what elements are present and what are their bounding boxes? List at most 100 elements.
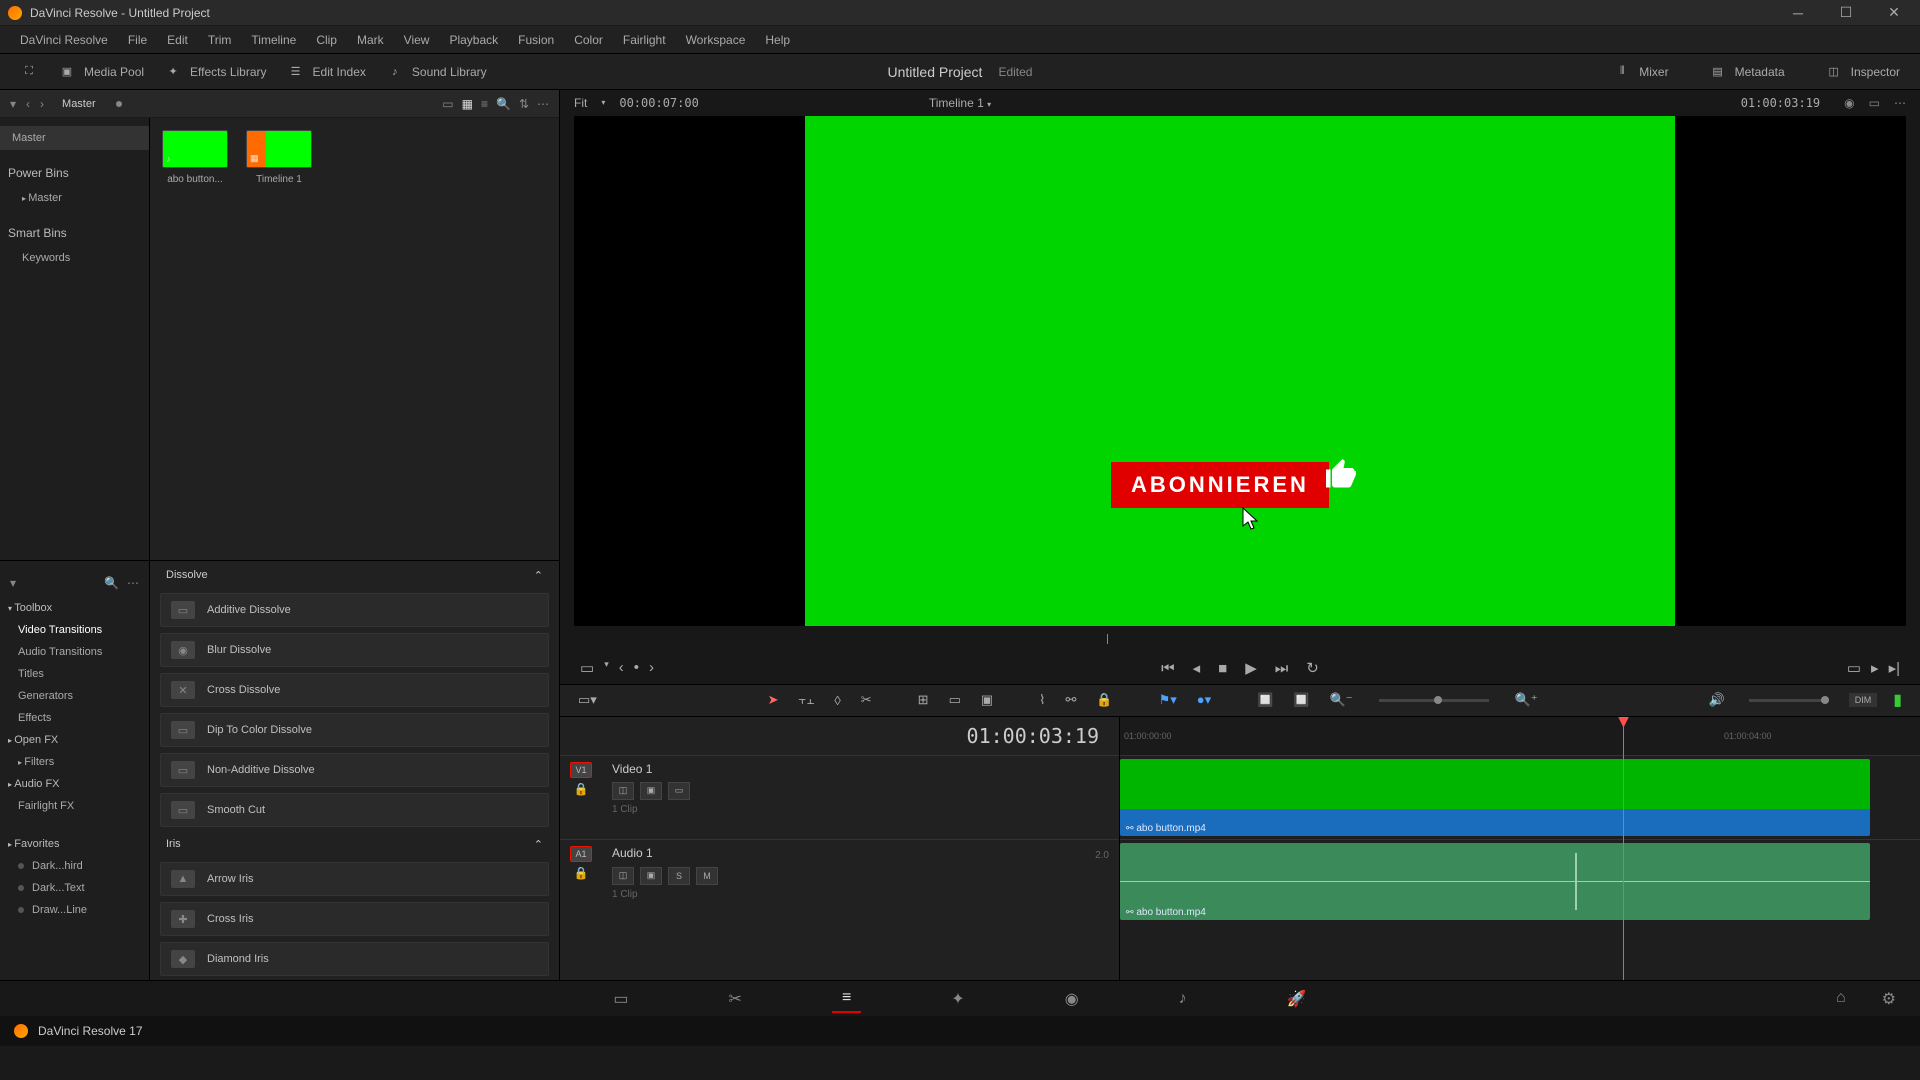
options-icon[interactable]: ⋯ bbox=[537, 97, 549, 111]
dropdown-icon[interactable]: ▾ bbox=[604, 659, 609, 677]
bypass-icon[interactable]: ◉ bbox=[1844, 96, 1854, 110]
viewer-options-icon[interactable]: ⋯ bbox=[1894, 96, 1906, 110]
in-out-icon[interactable]: ▭ bbox=[1847, 659, 1861, 677]
fx-entry[interactable]: ▭Non-Additive Dissolve bbox=[160, 753, 549, 787]
menu-fusion[interactable]: Fusion bbox=[508, 33, 564, 47]
lock-tool[interactable]: 🔒 bbox=[1092, 690, 1116, 710]
fx-filters[interactable]: ▸ Filters bbox=[0, 751, 149, 773]
fx-audio-transitions[interactable]: Audio Transitions bbox=[0, 641, 149, 663]
fav-item[interactable]: Dark...hird bbox=[0, 855, 149, 877]
menu-workspace[interactable]: Workspace bbox=[676, 33, 756, 47]
stop-button[interactable]: ■ bbox=[1218, 660, 1227, 677]
fx-fairlight[interactable]: Fairlight FX bbox=[0, 795, 149, 817]
fx-cat-openfx[interactable]: Open FX bbox=[0, 729, 149, 751]
media-timeline[interactable]: ▦ Timeline 1 bbox=[246, 130, 312, 185]
replace-tool[interactable]: ▣ bbox=[977, 690, 997, 710]
sound-library-button[interactable]: Sound Library bbox=[412, 65, 487, 79]
media-pool-button[interactable]: Media Pool bbox=[84, 65, 144, 79]
fx-entry[interactable]: ✕Cross Dissolve bbox=[160, 673, 549, 707]
insert-tool[interactable]: ⊞ bbox=[914, 690, 933, 710]
fx-entry[interactable]: ▲Arrow Iris bbox=[160, 862, 549, 896]
fairlight-page-icon[interactable]: ♪ bbox=[1169, 986, 1197, 1012]
overwrite-tool[interactable]: ▭ bbox=[945, 690, 965, 710]
step-fwd-icon[interactable]: ▸ bbox=[1871, 659, 1879, 677]
collapse-icon[interactable]: ⌃ bbox=[534, 838, 543, 851]
zoom-in-icon[interactable]: 🔍⁺ bbox=[1511, 690, 1542, 710]
fx-entry[interactable]: ◆Diamond Iris bbox=[160, 942, 549, 976]
deliver-page-icon[interactable]: 🚀 bbox=[1277, 985, 1317, 1013]
close-button[interactable]: ✕ bbox=[1876, 3, 1912, 23]
edit-index-icon[interactable]: ☰ bbox=[287, 63, 305, 81]
go-last-button[interactable]: ⏭ bbox=[1275, 660, 1289, 677]
fit-dropdown[interactable]: Fit bbox=[574, 96, 587, 110]
edit-page-icon[interactable]: ≡ bbox=[832, 985, 861, 1013]
bin-master[interactable]: Master bbox=[0, 126, 149, 150]
inspector-button[interactable]: Inspector bbox=[1851, 65, 1900, 79]
timeline-view-icon[interactable]: ▭▾ bbox=[574, 690, 601, 710]
metadata-icon[interactable]: ▤ bbox=[1709, 63, 1727, 81]
bin-view-icon[interactable]: ▾ bbox=[10, 97, 16, 111]
step-back-button[interactable]: ◂ bbox=[1193, 659, 1201, 677]
maximize-button[interactable]: ☐ bbox=[1828, 3, 1864, 23]
record-timecode[interactable]: 01:00:03:19 bbox=[1741, 96, 1820, 110]
collapse-icon[interactable]: ⌃ bbox=[534, 569, 543, 582]
settings-icon[interactable]: ⚙ bbox=[1872, 985, 1906, 1013]
fx-favorites[interactable]: Favorites bbox=[0, 833, 149, 855]
media-page-icon[interactable]: ▭ bbox=[603, 985, 638, 1013]
solo-button[interactable]: S bbox=[668, 867, 690, 885]
selection-tool[interactable]: ➤ bbox=[764, 690, 783, 710]
fav-item[interactable]: Dark...Text bbox=[0, 877, 149, 899]
single-viewer-icon[interactable]: ▭ bbox=[1869, 96, 1880, 110]
fx-search-icon[interactable]: 🔍 bbox=[104, 576, 119, 590]
fx-cat-audiofx[interactable]: Audio FX bbox=[0, 773, 149, 795]
home-icon[interactable]: ⌂ bbox=[1826, 985, 1856, 1013]
menu-playback[interactable]: Playback bbox=[439, 33, 508, 47]
timeline-canvas[interactable]: 01:00:00:00 01:00:04:00 ⚯ abo button.mp4 bbox=[1120, 717, 1920, 980]
grid-view-icon[interactable]: ▦ bbox=[462, 97, 473, 111]
media-pool-icon[interactable]: ▣ bbox=[58, 63, 76, 81]
audio-track[interactable]: ⚯ abo button.mp4 bbox=[1120, 839, 1920, 923]
menu-timeline[interactable]: Timeline bbox=[241, 33, 306, 47]
strip-view-icon[interactable]: ▭ bbox=[442, 97, 453, 111]
smart-bins-section[interactable]: Smart Bins bbox=[0, 220, 149, 246]
audio-clip[interactable]: ⚯ abo button.mp4 bbox=[1120, 843, 1870, 920]
sound-library-icon[interactable]: ♪ bbox=[386, 63, 404, 81]
dim-button[interactable]: DIM bbox=[1849, 693, 1878, 707]
minimize-button[interactable]: ─ bbox=[1780, 3, 1816, 23]
fx-entry[interactable]: ◉Blur Dissolve bbox=[160, 633, 549, 667]
source-timecode[interactable]: 00:00:07:00 bbox=[619, 96, 698, 110]
fullscreen-icon[interactable]: ⛶ bbox=[20, 63, 38, 81]
menu-trim[interactable]: Trim bbox=[198, 33, 242, 47]
menu-fairlight[interactable]: Fairlight bbox=[613, 33, 676, 47]
fx-group-dissolve[interactable]: Dissolve⌃ bbox=[160, 561, 549, 590]
timeline-ruler[interactable]: 01:00:00:00 01:00:04:00 bbox=[1120, 717, 1920, 755]
trim-tool[interactable]: ⫟⫠ bbox=[795, 690, 819, 710]
fav-item[interactable]: Draw...Line bbox=[0, 899, 149, 921]
link-select-tool[interactable]: 🔲 bbox=[1289, 690, 1313, 710]
track-show-button[interactable]: ▭ bbox=[668, 782, 690, 800]
list-view-icon[interactable]: ≡ bbox=[481, 97, 488, 111]
zoom-out-icon[interactable]: 🔍⁻ bbox=[1326, 690, 1357, 710]
mixer-button[interactable]: Mixer bbox=[1639, 65, 1668, 79]
flag-tool[interactable]: ⚑▾ bbox=[1155, 690, 1181, 710]
fx-entry[interactable]: ✚Cross Iris bbox=[160, 902, 549, 936]
video-track-badge[interactable]: V1 bbox=[570, 762, 591, 778]
fx-options-icon[interactable]: ⋯ bbox=[127, 576, 139, 590]
fx-cat-toolbox[interactable]: Toolbox bbox=[0, 597, 149, 619]
menu-mark[interactable]: Mark bbox=[347, 33, 394, 47]
timeline-timecode[interactable]: 01:00:03:19 bbox=[560, 717, 1119, 755]
match-frame-icon[interactable]: ▭ bbox=[580, 659, 594, 677]
edit-index-button[interactable]: Edit Index bbox=[313, 65, 366, 79]
track-lock-icon[interactable]: 🔒 bbox=[574, 782, 589, 796]
mute-icon[interactable]: 🔊 bbox=[1705, 690, 1729, 710]
video-clip[interactable]: ⚯ abo button.mp4 bbox=[1120, 759, 1870, 836]
play-button[interactable]: ▶ bbox=[1245, 659, 1257, 677]
power-bin-master[interactable]: ▸ Master bbox=[0, 186, 149, 210]
nav-fwd-icon[interactable]: › bbox=[40, 97, 44, 111]
menu-file[interactable]: File bbox=[118, 33, 157, 47]
nav-back-icon[interactable]: ‹ bbox=[26, 97, 30, 111]
fx-entry[interactable]: ▭Additive Dissolve bbox=[160, 593, 549, 627]
snap-tool[interactable]: 🔲 bbox=[1253, 690, 1277, 710]
fx-group-iris[interactable]: Iris⌃ bbox=[160, 830, 549, 859]
zoom-slider[interactable] bbox=[1379, 699, 1489, 702]
